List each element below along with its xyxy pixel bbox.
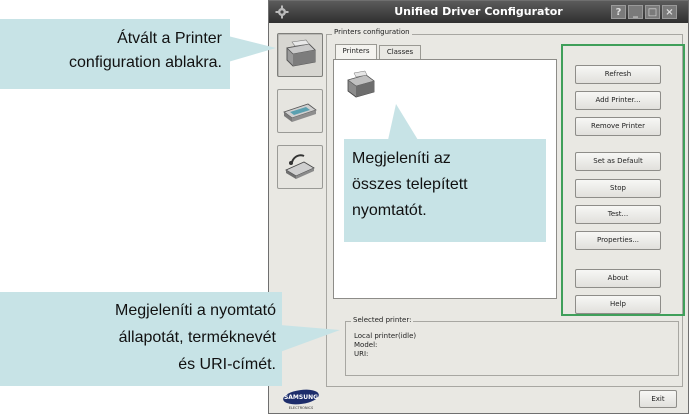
- callout-text: és URI-címét.: [178, 356, 276, 373]
- callout-text: összes telepített: [352, 176, 468, 193]
- callout-text: állapotát, terméknevét: [118, 329, 276, 346]
- callout-text: configuration ablakra.: [69, 54, 222, 71]
- callout-text: Megjeleníti az: [352, 150, 451, 167]
- callout-text: nyomtatót.: [352, 202, 427, 219]
- callout-show-printers: Megjeleníti az összes telepített nyomtat…: [344, 139, 546, 242]
- callout-text: Megjeleníti a nyomtató: [115, 302, 276, 319]
- callout-printer-status: Megjeleníti a nyomtató állapotát, termék…: [0, 292, 282, 386]
- callout-switch-printer: Átvált a Printer configuration ablakra.: [0, 19, 230, 89]
- callout-text: Átvált a Printer: [117, 30, 222, 47]
